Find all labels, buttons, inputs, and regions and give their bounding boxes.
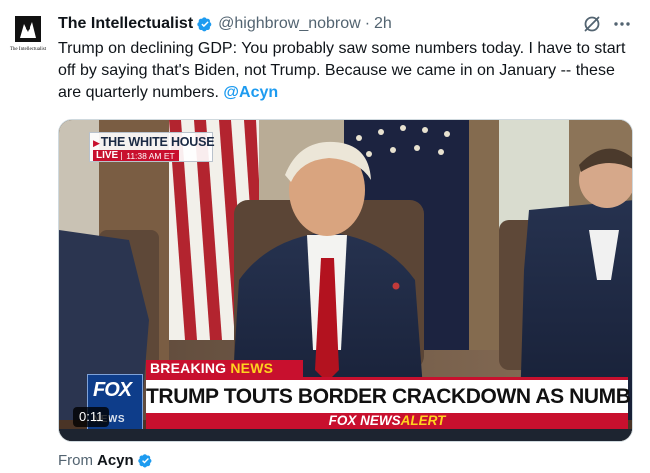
bug-title: ▶THE WHITE HOUSE xyxy=(93,135,215,149)
source-verified-badge-icon xyxy=(137,452,154,469)
live-indicator: LIVE 11:38 AM ET xyxy=(93,150,179,161)
author-handle[interactable]: @highbrow_nobrow xyxy=(218,15,361,33)
more-dots-icon[interactable] xyxy=(612,14,632,34)
verified-badge-icon[interactable] xyxy=(196,15,214,33)
tweet-body: Trump on declining GDP: You probably saw… xyxy=(58,40,626,101)
fox-alert-bar: FOX NEWSALERT xyxy=(146,413,628,429)
source-attribution: From Acyn xyxy=(58,450,154,470)
live-location-bug: ▶THE WHITE HOUSE LIVE 11:38 AM ET xyxy=(89,132,215,162)
avatar-wordmark: The Intellectualist xyxy=(10,47,47,52)
source-prefix: From xyxy=(58,451,93,469)
alert-brand: FOX NEWS xyxy=(328,413,401,428)
header-separator: · xyxy=(364,15,371,32)
video-player[interactable]: ▶THE WHITE HOUSE LIVE 11:38 AM ET BREAKI… xyxy=(58,119,633,442)
tweet-timestamp[interactable]: 2h xyxy=(374,15,392,33)
source-name-link[interactable]: Acyn xyxy=(97,452,134,469)
live-label: LIVE xyxy=(96,150,119,161)
logo-text: FOX xyxy=(93,379,132,401)
breaking-label: BREAKING xyxy=(150,360,227,376)
bug-title-text: THE WHITE HOUSE xyxy=(100,135,215,149)
breaking-news-tag: BREAKING NEWS xyxy=(146,360,303,377)
grok-slash-icon[interactable] xyxy=(582,14,602,34)
author-avatar[interactable]: The Intellectualist xyxy=(8,14,48,54)
mention-link[interactable]: @Acyn xyxy=(223,84,278,101)
news-label: NEWS xyxy=(230,360,274,376)
alert-label: ALERT xyxy=(400,413,446,428)
tweet-text: Trump on declining GDP: You probably saw… xyxy=(58,38,638,104)
author-name[interactable]: The Intellectualist xyxy=(58,15,193,33)
tweet-header: The Intellectualist @highbrow_nobrow · 2… xyxy=(58,14,392,34)
ticker-strip xyxy=(59,429,632,441)
chyron-headline: TRUMP TOUTS BORDER CRACKDOWN AS NUMBERS … xyxy=(146,377,632,413)
video-duration-badge: 0:11 xyxy=(73,407,110,427)
avatar-logo-image: The Intellectualist xyxy=(8,14,48,54)
live-time: 11:38 AM ET xyxy=(126,150,175,161)
